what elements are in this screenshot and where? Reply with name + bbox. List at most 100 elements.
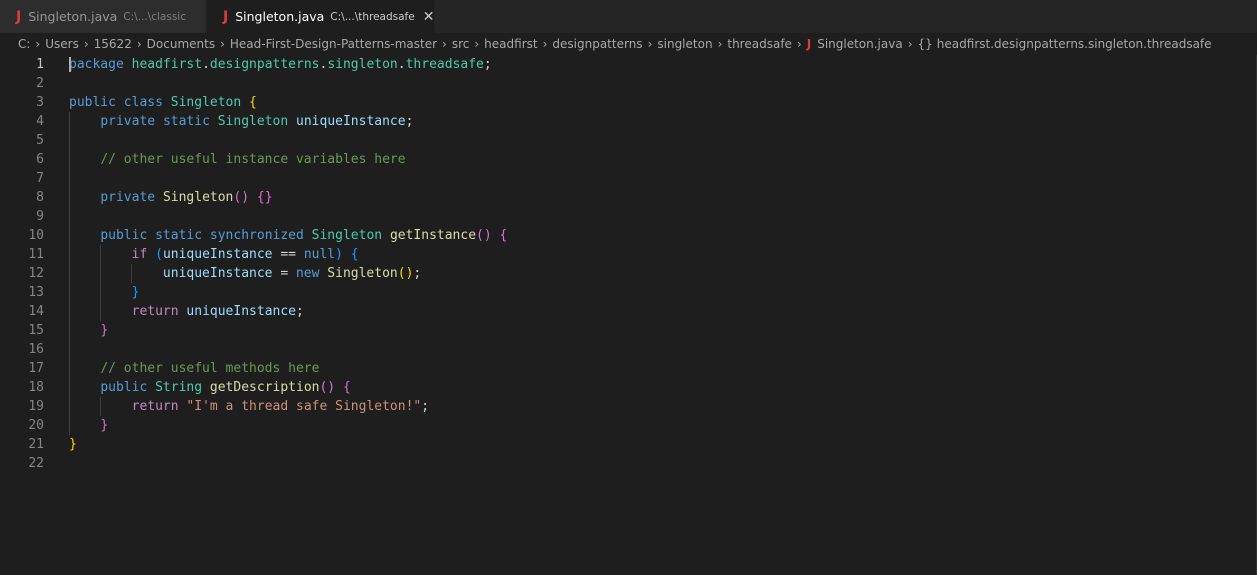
code-line[interactable]: 11 if (uniqueInstance == null) { <box>0 245 1257 264</box>
breadcrumb-package[interactable]: headfirst.designpatterns.singleton.threa… <box>937 37 1212 51</box>
breadcrumb-headfirst[interactable]: headfirst <box>484 37 537 51</box>
code-token: null <box>303 247 336 262</box>
chevron-right-icon: › <box>474 37 480 51</box>
tab-singleton-threadsafe[interactable]: J Singleton.java C:\...\threadsafe ✕ <box>207 0 434 33</box>
code-line[interactable]: 8 private Singleton() {} <box>0 188 1257 207</box>
code-line[interactable]: 9 <box>0 207 1257 226</box>
code-line[interactable]: 3 public class Singleton { <box>0 93 1257 112</box>
breadcrumb-user[interactable]: 15622 <box>94 37 132 51</box>
code-token: ; <box>483 57 492 72</box>
code-token: private <box>100 190 156 205</box>
line-number: 3 <box>36 95 44 110</box>
code-token: package <box>69 57 124 72</box>
code-token: () <box>319 380 336 395</box>
code-line[interactable]: 1 package headfirst.designpatterns.single… <box>0 55 1257 74</box>
breadcrumb-src[interactable]: src <box>452 37 470 51</box>
line-number: 21 <box>28 437 44 452</box>
code-text: public static synchronized Singleton get… <box>69 226 507 245</box>
code-token: return <box>131 304 179 319</box>
tab-singleton-classic[interactable]: J Singleton.java C:\...\classic <box>0 0 205 33</box>
breadcrumb-documents[interactable]: Documents <box>147 37 215 51</box>
code-editor[interactable]: 1 package headfirst.designpatterns.single… <box>0 55 1257 575</box>
close-icon[interactable]: ✕ <box>423 9 435 25</box>
java-file-icon: J <box>223 8 229 25</box>
code-line[interactable]: 2 <box>0 74 1257 93</box>
code-line[interactable]: 16 <box>0 340 1257 359</box>
code-token: "I'm a thread safe Singleton!" <box>186 399 422 414</box>
breadcrumb-project[interactable]: Head-First-Design-Patterns-master <box>230 37 437 51</box>
breadcrumb-threadsafe[interactable]: threadsafe <box>727 37 792 51</box>
tab-title: Singleton.java <box>235 9 325 24</box>
code-token: synchronized <box>209 228 304 243</box>
chevron-right-icon: › <box>220 37 225 51</box>
code-line[interactable]: 19 return "I'm a thread safe Singleton!"… <box>0 397 1257 416</box>
code-line[interactable]: 20 } <box>0 416 1257 435</box>
tab-path: C:\...\threadsafe <box>330 10 415 23</box>
code-token: static <box>155 228 203 243</box>
code-token: () <box>233 190 250 205</box>
code-token: () <box>397 266 414 281</box>
breadcrumb-designpatterns[interactable]: designpatterns <box>552 37 642 51</box>
code-token: if <box>131 247 148 262</box>
breadcrumb-drive[interactable]: C: <box>18 37 30 51</box>
tab-path: C:\...\classic <box>123 10 186 23</box>
code-token: Singleton <box>311 228 383 243</box>
code-token: Singleton <box>170 95 242 110</box>
breadcrumb-users[interactable]: Users <box>45 37 79 51</box>
code-token: return <box>131 399 179 414</box>
code-line[interactable]: 7 <box>0 169 1257 188</box>
code-token: . <box>397 57 406 72</box>
code-line[interactable]: 17 // other useful methods here <box>0 359 1257 378</box>
code-line[interactable]: 6 // other useful instance variables her… <box>0 150 1257 169</box>
text-cursor <box>69 57 71 72</box>
code-token: headfirst <box>131 57 203 72</box>
tab-bar: J Singleton.java C:\...\classic J Single… <box>0 0 1257 33</box>
code-text: uniqueInstance = new Singleton(); <box>69 264 421 283</box>
code-token: public <box>69 95 116 110</box>
code-token: { <box>350 247 359 262</box>
breadcrumb-file[interactable]: Singleton.java <box>817 37 903 51</box>
code-line[interactable]: 5 <box>0 131 1257 150</box>
code-text: } <box>69 435 77 454</box>
code-line[interactable]: 14 return uniqueInstance; <box>0 302 1257 321</box>
code-token: singleton <box>327 57 398 72</box>
line-number: 19 <box>28 399 44 414</box>
chevron-right-icon: › <box>542 37 548 51</box>
code-line[interactable]: 18 public String getDescription() { <box>0 378 1257 397</box>
line-number: 6 <box>36 152 44 167</box>
breadcrumb-singleton[interactable]: singleton <box>657 37 712 51</box>
code-token: getInstance <box>389 228 477 243</box>
code-token: designpatterns <box>209 57 320 72</box>
chevron-right-icon: › <box>35 37 41 51</box>
code-token: private <box>100 114 156 129</box>
code-token: } <box>131 285 140 300</box>
code-line[interactable]: 22 <box>0 454 1257 473</box>
code-line[interactable]: 12 uniqueInstance = new Singleton(); <box>0 264 1257 283</box>
code-line[interactable]: 21} <box>0 435 1257 454</box>
line-number: 12 <box>28 266 44 281</box>
code-token: { <box>342 380 351 395</box>
chevron-right-icon: › <box>83 37 89 51</box>
code-line[interactable]: 13 } <box>0 283 1257 302</box>
code-text: package headfirst.designpatterns.singlet… <box>69 55 492 74</box>
line-number: 1 <box>36 57 44 72</box>
code-line[interactable]: 15 } <box>0 321 1257 340</box>
code-line[interactable]: 10 public static synchronized Singleton … <box>0 226 1257 245</box>
code-token: ( <box>155 247 163 262</box>
code-line[interactable]: 4 private static Singleton uniqueInstanc… <box>0 112 1257 131</box>
code-token: ; <box>421 399 430 414</box>
tab-title: Singleton.java <box>28 9 118 24</box>
line-number: 15 <box>28 323 44 338</box>
